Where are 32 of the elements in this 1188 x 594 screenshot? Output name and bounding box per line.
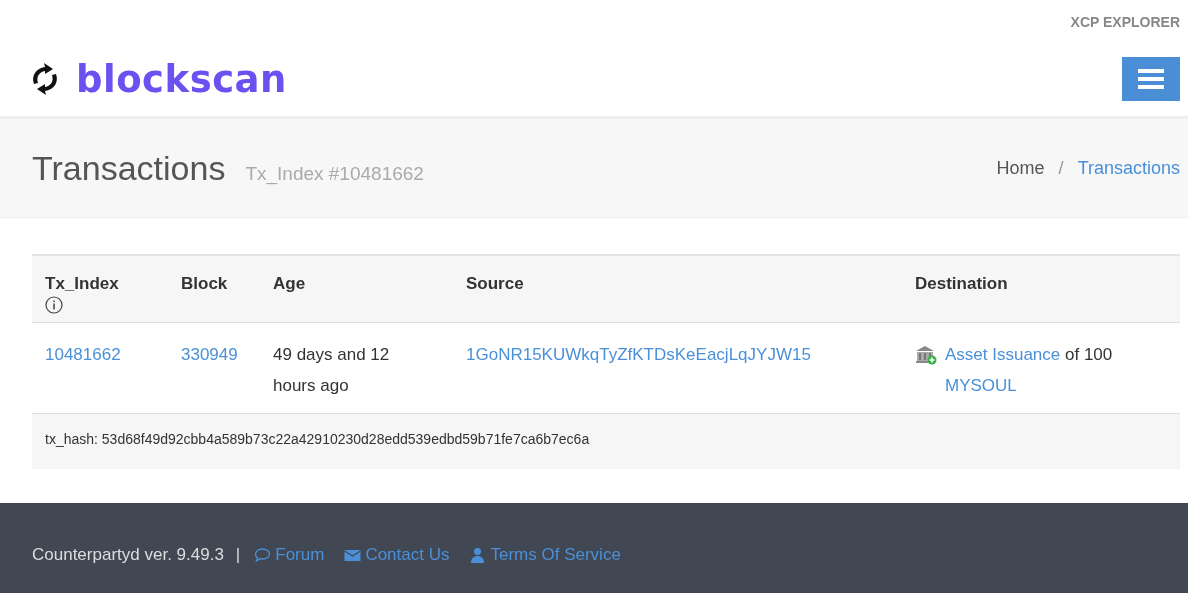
breadcrumb-link[interactable]: Transactions	[1077, 157, 1180, 179]
column-header: Age	[273, 274, 307, 294]
user-icon	[469, 547, 487, 563]
breadcrumb-separator: /	[1058, 157, 1064, 179]
destination-text: Asset Issuance of 100 MYSOUL	[945, 344, 1114, 397]
age-text: 49 days and 12 hours ago	[273, 345, 390, 395]
footer-link[interactable]: Forum	[254, 545, 325, 565]
column-header: Tx_Index	[45, 274, 120, 294]
column-header: Block	[181, 274, 229, 294]
page-title: Transactions	[32, 148, 226, 188]
bank-plus-icon	[915, 345, 937, 365]
tx-hash-text: tx_hash: 53d68f49d92cbb4a589b73c22a42910230d28edd539edbd59b71fe7ca6b7ec6a	[45, 431, 590, 447]
info-icon[interactable]	[45, 296, 63, 314]
footer-link[interactable]: Contact Us	[344, 545, 450, 565]
footer-link[interactable]: Terms Of Service	[469, 545, 621, 565]
column-header: Destination	[915, 274, 1009, 294]
menu-button[interactable]	[1122, 57, 1180, 101]
page-subtitle: Tx_Index #10481662	[245, 162, 424, 185]
block-link[interactable]: 330949	[181, 345, 238, 364]
envelope-icon	[344, 547, 362, 563]
breadcrumb-item[interactable]: Home	[996, 157, 1045, 179]
destination-link[interactable]: Asset Issuance	[945, 345, 1061, 364]
speech-bubble-icon	[254, 547, 272, 563]
site-title: XCP EXPLORER	[1070, 14, 1180, 32]
source-address-link[interactable]: 1GoNR15KUWkqTyZfKTDsKeEacjLqJYJW15	[466, 345, 811, 364]
footer-divider: |	[235, 545, 241, 565]
version-text: Counterpartyd ver. 9.49.3	[32, 545, 224, 565]
logo-text[interactable]: blockscan	[76, 60, 287, 98]
menu-icon	[1138, 69, 1164, 89]
destination-link[interactable]: MYSOUL	[945, 376, 1017, 395]
column-header: Source	[466, 274, 525, 294]
tx-index-link[interactable]: 10481662	[45, 345, 121, 364]
